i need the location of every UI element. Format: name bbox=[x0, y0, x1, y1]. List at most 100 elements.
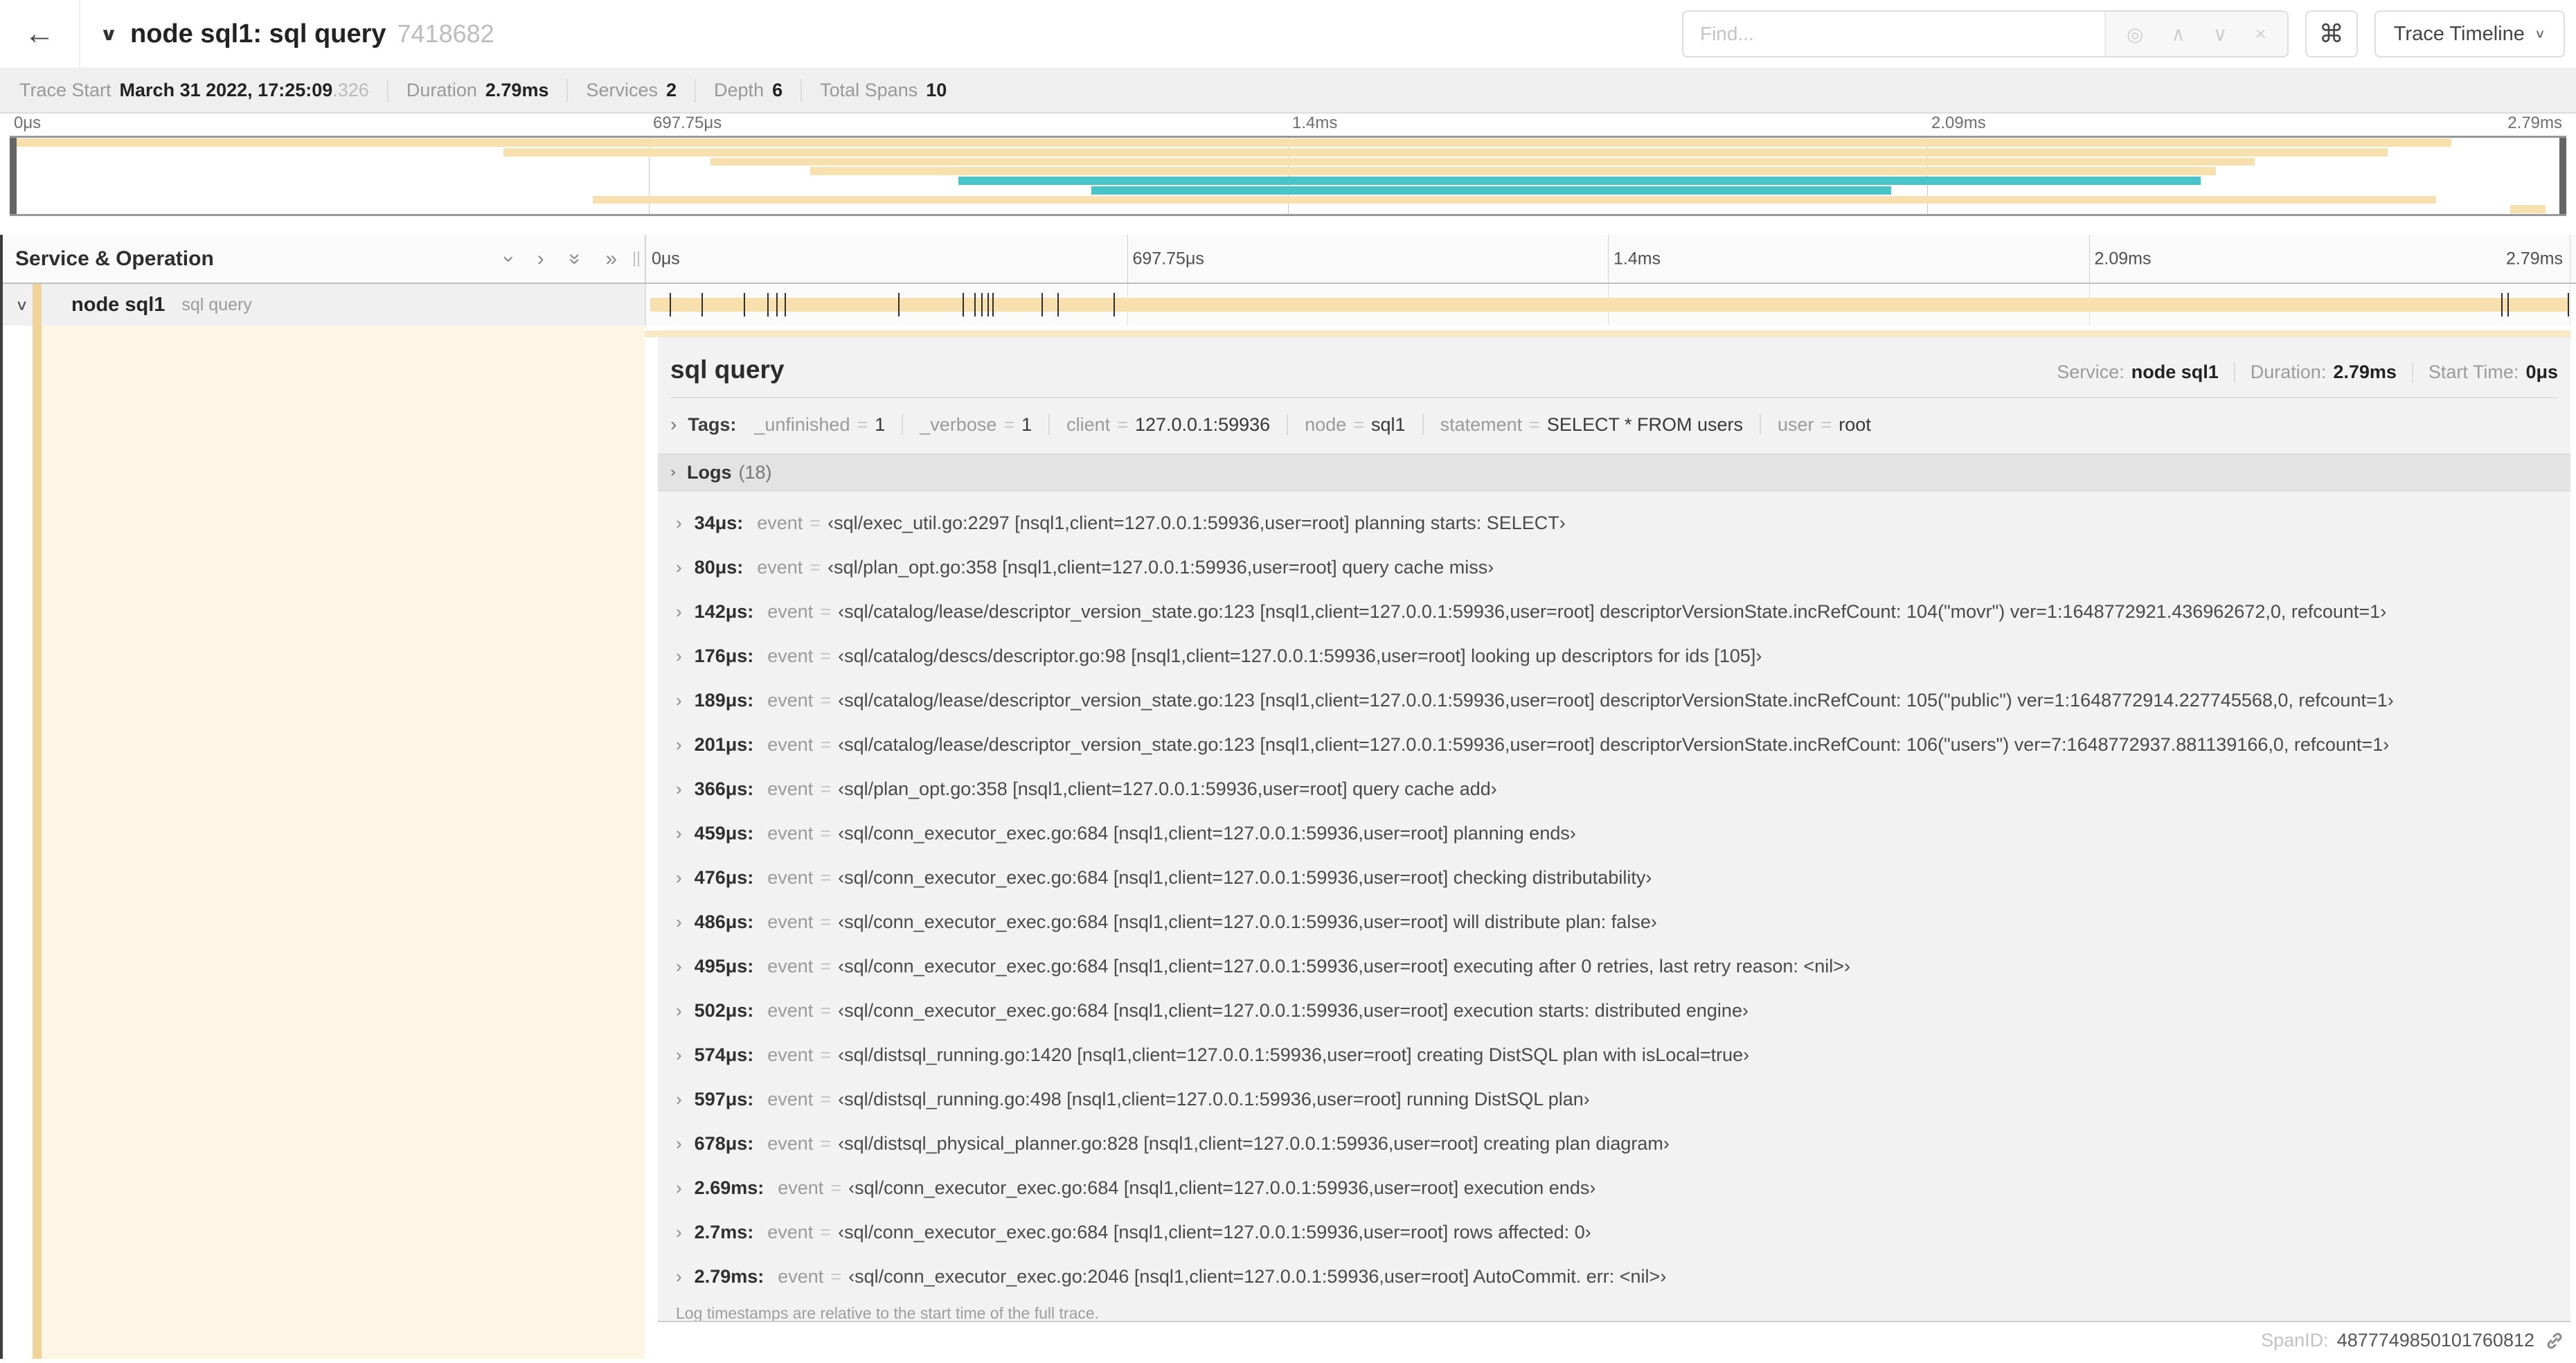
tag-separator bbox=[1422, 414, 1424, 435]
log-row[interactable]: › 486μs: event = ‹sql/conn_executor_exec.go:… bbox=[670, 900, 2558, 944]
log-field-key: event bbox=[767, 955, 814, 977]
minimap-span-bar bbox=[10, 139, 2451, 147]
find-clear-icon[interactable]: × bbox=[2255, 23, 2266, 45]
trace-collapse-icon[interactable]: ∨ bbox=[100, 24, 118, 44]
meta-label: Service: bbox=[2057, 362, 2125, 382]
chevron-right-icon[interactable]: › bbox=[676, 1089, 682, 1110]
chevron-right-icon[interactable]: › bbox=[676, 557, 682, 578]
chevron-right-icon[interactable]: › bbox=[676, 823, 682, 844]
log-row[interactable]: › 201μs: event = ‹sql/catalog/lease/descript… bbox=[670, 722, 2558, 767]
chevron-right-icon[interactable]: › bbox=[676, 867, 682, 889]
log-row[interactable]: › 34μs: event = ‹sql/exec_util.go:2297 [nsql… bbox=[670, 501, 2558, 545]
chevron-right-icon[interactable]: › bbox=[676, 1177, 682, 1199]
span-duration-bar[interactable] bbox=[650, 298, 2568, 312]
chevron-right-icon[interactable]: › bbox=[676, 911, 682, 933]
log-timestamp: 574μs: bbox=[694, 1044, 754, 1065]
log-row[interactable]: › 2.79ms: event = ‹sql/conn_executor_exec.go… bbox=[670, 1254, 2558, 1299]
minimap-tick-label: 0μs bbox=[14, 114, 42, 132]
span-collapse-icon[interactable]: ∨ bbox=[15, 296, 28, 314]
expand-one-icon[interactable]: › bbox=[537, 248, 544, 269]
log-row[interactable]: › 678μs: event = ‹sql/distsql_physical_plann… bbox=[670, 1121, 2558, 1166]
find-prev-icon[interactable]: ∧ bbox=[2171, 23, 2185, 46]
minimap-right-handle[interactable] bbox=[2559, 138, 2566, 214]
chevron-right-icon[interactable]: › bbox=[676, 1222, 682, 1243]
log-row[interactable]: › 476μs: event = ‹sql/conn_executor_exec.go:… bbox=[670, 855, 2558, 900]
log-row[interactable]: › 574μs: event = ‹sql/distsql_running.go:142… bbox=[670, 1033, 2558, 1077]
span-row[interactable]: ∨ node sql1 sql query bbox=[0, 284, 2576, 326]
column-resize-handle[interactable] bbox=[634, 251, 639, 267]
log-row[interactable]: › 495μs: event = ‹sql/conn_executor_exec.go:… bbox=[670, 944, 2558, 988]
minimap-span-row bbox=[10, 166, 2566, 176]
log-row[interactable]: › 502μs: event = ‹sql/conn_executor_exec.go:… bbox=[670, 988, 2558, 1033]
log-timestamp: 597μs: bbox=[694, 1088, 754, 1110]
minimap-span-bar bbox=[2510, 205, 2546, 213]
ruler-gridline bbox=[1127, 235, 1128, 283]
tag-equals: = bbox=[1529, 413, 1540, 435]
minimap-canvas[interactable] bbox=[10, 136, 2566, 216]
log-timestamp: 201μs: bbox=[694, 733, 754, 755]
minimap-tick-labels: 0μs 697.75μs 1.4ms 2.09ms 2.79ms bbox=[10, 114, 2566, 136]
find-input[interactable] bbox=[1683, 12, 2104, 56]
chevron-right-icon: › bbox=[670, 413, 677, 435]
collapse-all-icon[interactable]: » bbox=[564, 253, 587, 265]
tag-item: _verbose = 1 bbox=[920, 414, 1032, 436]
minimap-span-bar bbox=[710, 157, 2255, 166]
chevron-right-icon[interactable]: › bbox=[676, 645, 682, 667]
trace-view-selector[interactable]: Trace Timeline ∨ bbox=[2374, 10, 2565, 57]
chevron-right-icon[interactable]: › bbox=[676, 1133, 682, 1155]
minimap-left-handle[interactable] bbox=[10, 138, 17, 214]
log-tick-mark bbox=[2507, 293, 2510, 317]
log-field-value: ‹sql/catalog/lease/descriptor_version_st… bbox=[838, 689, 2394, 711]
span-name-cell[interactable]: ∨ node sql1 sql query bbox=[0, 284, 645, 326]
minimap-tick-label: 697.75μs bbox=[653, 114, 722, 132]
log-row[interactable]: › 189μs: event = ‹sql/catalog/lease/descript… bbox=[670, 678, 2558, 722]
log-row[interactable]: › 142μs: event = ‹sql/catalog/lease/descript… bbox=[670, 589, 2558, 634]
chevron-right-icon[interactable]: › bbox=[676, 1266, 682, 1288]
trace-info-item: Duration 2.79ms bbox=[406, 80, 549, 101]
log-row[interactable]: › 366μs: event = ‹sql/plan_opt.go:358 [nsql1… bbox=[670, 767, 2558, 811]
minimap-span-bar bbox=[1091, 186, 1892, 195]
log-field-key: event bbox=[767, 1132, 814, 1154]
keyboard-shortcuts-button[interactable]: ⌘ bbox=[2305, 10, 2358, 57]
chevron-right-icon[interactable]: › bbox=[676, 690, 682, 711]
info-value: 10 bbox=[926, 80, 947, 100]
chevron-right-icon[interactable]: › bbox=[676, 956, 682, 977]
link-icon[interactable] bbox=[2544, 1330, 2565, 1351]
log-row[interactable]: › 2.69ms: event = ‹sql/conn_executor_exec.go… bbox=[670, 1166, 2558, 1210]
service-operation-header: Service & Operation › › » » bbox=[0, 235, 645, 283]
minimap-span-bar bbox=[810, 167, 2217, 175]
collapse-one-icon[interactable]: › bbox=[498, 256, 521, 262]
log-row[interactable]: › 597μs: event = ‹sql/distsql_running.go:498… bbox=[670, 1077, 2558, 1121]
expand-all-icon[interactable]: » bbox=[605, 248, 617, 269]
logs-header[interactable]: › Logs (18) bbox=[658, 454, 2570, 491]
back-button[interactable]: ← bbox=[0, 0, 80, 68]
meta-value: node sql1 bbox=[2131, 362, 2219, 382]
tag-value: sql1 bbox=[1371, 413, 1406, 435]
chevron-right-icon[interactable]: › bbox=[676, 513, 682, 534]
ruler-gridline bbox=[2088, 235, 2090, 283]
find-next-icon[interactable]: ∨ bbox=[2213, 23, 2228, 46]
tag-item: client = 127.0.0.1:59936 bbox=[1066, 414, 1270, 436]
timeline-ruler: 0μs 697.75μs 1.4ms 2.09ms 2.79ms bbox=[645, 235, 2570, 283]
log-tick-mark bbox=[776, 293, 778, 317]
log-equals: = bbox=[820, 600, 832, 622]
match-case-icon[interactable]: ◎ bbox=[2127, 23, 2143, 46]
tag-key: client bbox=[1066, 413, 1111, 435]
span-detail-title: sql query bbox=[670, 355, 785, 384]
log-field-value: ‹sql/plan_opt.go:358 [nsql1,client=127.0… bbox=[828, 556, 1494, 578]
chevron-right-icon[interactable]: › bbox=[676, 1000, 682, 1022]
log-row[interactable]: › 176μs: event = ‹sql/catalog/descs/descript… bbox=[670, 634, 2558, 678]
chevron-right-icon[interactable]: › bbox=[676, 1044, 682, 1066]
chevron-right-icon[interactable]: › bbox=[676, 601, 682, 623]
log-equals: = bbox=[820, 733, 832, 755]
log-row[interactable]: › 80μs: event = ‹sql/plan_opt.go:358 [nsql1,… bbox=[670, 545, 2558, 589]
tags-row[interactable]: › Tags: _unfinished = 1 _verbose = 1 client = 12… bbox=[670, 413, 2558, 436]
meta-separator bbox=[2411, 362, 2413, 383]
chevron-right-icon[interactable]: › bbox=[676, 734, 682, 756]
chevron-right-icon[interactable]: › bbox=[676, 778, 682, 800]
log-equals: = bbox=[820, 911, 832, 932]
tag-equals: = bbox=[857, 413, 868, 435]
log-row[interactable]: › 2.7ms: event = ‹sql/conn_executor_exec.go:… bbox=[670, 1210, 2558, 1254]
info-label: Duration bbox=[406, 80, 477, 100]
log-row[interactable]: › 459μs: event = ‹sql/conn_executor_exec.go:… bbox=[670, 811, 2558, 855]
